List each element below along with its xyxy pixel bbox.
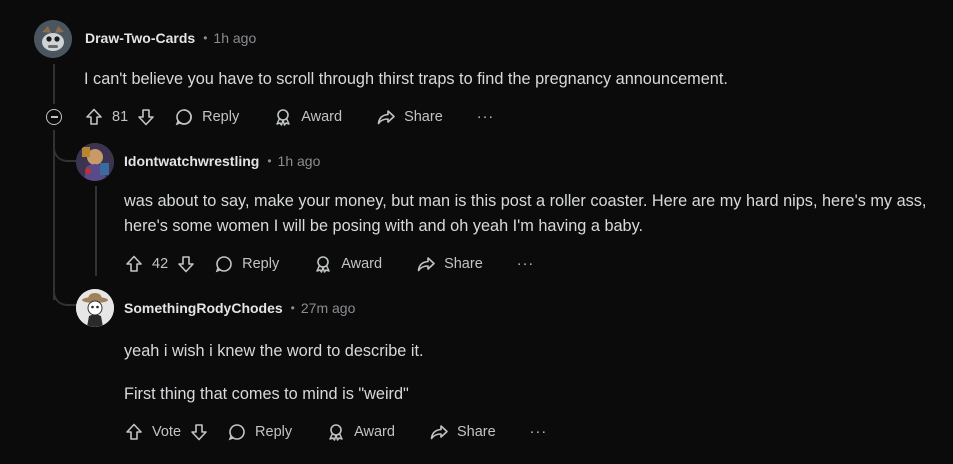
reply-bubble-icon — [228, 424, 245, 441]
timestamp[interactable]: 1h ago — [213, 30, 256, 46]
reply-label: Reply — [255, 424, 293, 440]
award-icon — [276, 109, 290, 126]
comment-body: I can't believe you have to scroll throu… — [84, 70, 728, 88]
comment-actions: 81 Reply Award Share ··· — [84, 105, 494, 129]
share-button[interactable]: Share — [376, 107, 443, 127]
reply-bubble-icon — [175, 109, 192, 126]
upvote-button[interactable] — [84, 107, 104, 127]
downvote-icon — [191, 424, 207, 441]
thread-branch — [53, 286, 77, 306]
avatar[interactable] — [34, 20, 72, 58]
share-label: Share — [456, 424, 496, 440]
vote-count: 81 — [112, 109, 129, 125]
award-label: Award — [341, 256, 383, 272]
upvote-icon — [86, 108, 102, 125]
share-button[interactable]: Share — [429, 422, 496, 442]
reply-bubble-icon — [215, 256, 232, 273]
award-button[interactable]: Award — [273, 107, 342, 127]
thread-branch — [53, 142, 77, 162]
award-label: Award — [354, 424, 395, 440]
share-icon — [377, 110, 395, 125]
upvote-icon — [126, 255, 142, 272]
comment-body: was about to say, make your money, but m… — [124, 192, 927, 235]
comment-meta: Draw-Two-Cards • 1h ago — [85, 30, 256, 46]
comment-body: yeah i wish i knew the word to describe … — [124, 342, 424, 360]
downvote-button[interactable] — [189, 422, 209, 442]
collapse-thread-button[interactable] — [46, 109, 62, 125]
username[interactable]: SomethingRodyChodes — [124, 300, 283, 316]
username[interactable]: Idontwatchwrestling — [124, 153, 259, 169]
username[interactable]: Draw-Two-Cards — [85, 30, 195, 46]
more-options-button[interactable]: ··· — [477, 109, 495, 125]
share-button[interactable]: Share — [416, 254, 483, 274]
reply-button[interactable]: Reply — [174, 107, 239, 127]
avatar[interactable] — [76, 143, 114, 181]
award-icon — [329, 424, 343, 441]
award-label: Award — [301, 109, 343, 125]
downvote-button[interactable] — [176, 254, 196, 274]
avatar[interactable] — [76, 289, 114, 327]
downvote-button[interactable] — [136, 107, 156, 127]
award-icon — [316, 256, 330, 273]
upvote-icon — [126, 423, 142, 440]
separator: • — [267, 154, 272, 168]
comment-actions: Vote Reply Award Share ··· — [124, 420, 547, 444]
share-label: Share — [444, 256, 483, 272]
comment-actions: 42 Reply Award Share ··· — [124, 252, 534, 276]
comment-meta: Idontwatchwrestling • 1h ago — [124, 153, 320, 169]
minus-icon — [50, 116, 58, 118]
more-options-button[interactable]: ··· — [517, 256, 535, 272]
comment-meta: SomethingRodyChodes • 27m ago — [124, 300, 355, 316]
reply-button[interactable]: Reply — [214, 254, 279, 274]
more-options-button[interactable]: ··· — [530, 424, 548, 440]
downvote-icon — [138, 109, 154, 126]
reply-label: Reply — [242, 256, 280, 272]
thread-line — [53, 64, 55, 104]
award-button[interactable]: Award — [326, 422, 395, 442]
reply-label: Reply — [202, 109, 240, 125]
comment-body: First thing that comes to mind is "weird… — [124, 385, 409, 403]
separator: • — [290, 301, 295, 315]
vote-count: 42 — [152, 256, 169, 272]
share-icon — [417, 257, 435, 272]
upvote-button[interactable] — [124, 422, 144, 442]
timestamp[interactable]: 1h ago — [278, 153, 321, 169]
award-button[interactable]: Award — [313, 254, 382, 274]
thread-line — [95, 186, 97, 276]
reply-button[interactable]: Reply — [227, 422, 292, 442]
share-icon — [430, 425, 448, 440]
share-label: Share — [404, 109, 443, 125]
upvote-button[interactable] — [124, 254, 144, 274]
separator: • — [203, 31, 208, 45]
timestamp[interactable]: 27m ago — [301, 300, 355, 316]
vote-count: Vote — [152, 424, 182, 440]
downvote-icon — [178, 256, 194, 273]
